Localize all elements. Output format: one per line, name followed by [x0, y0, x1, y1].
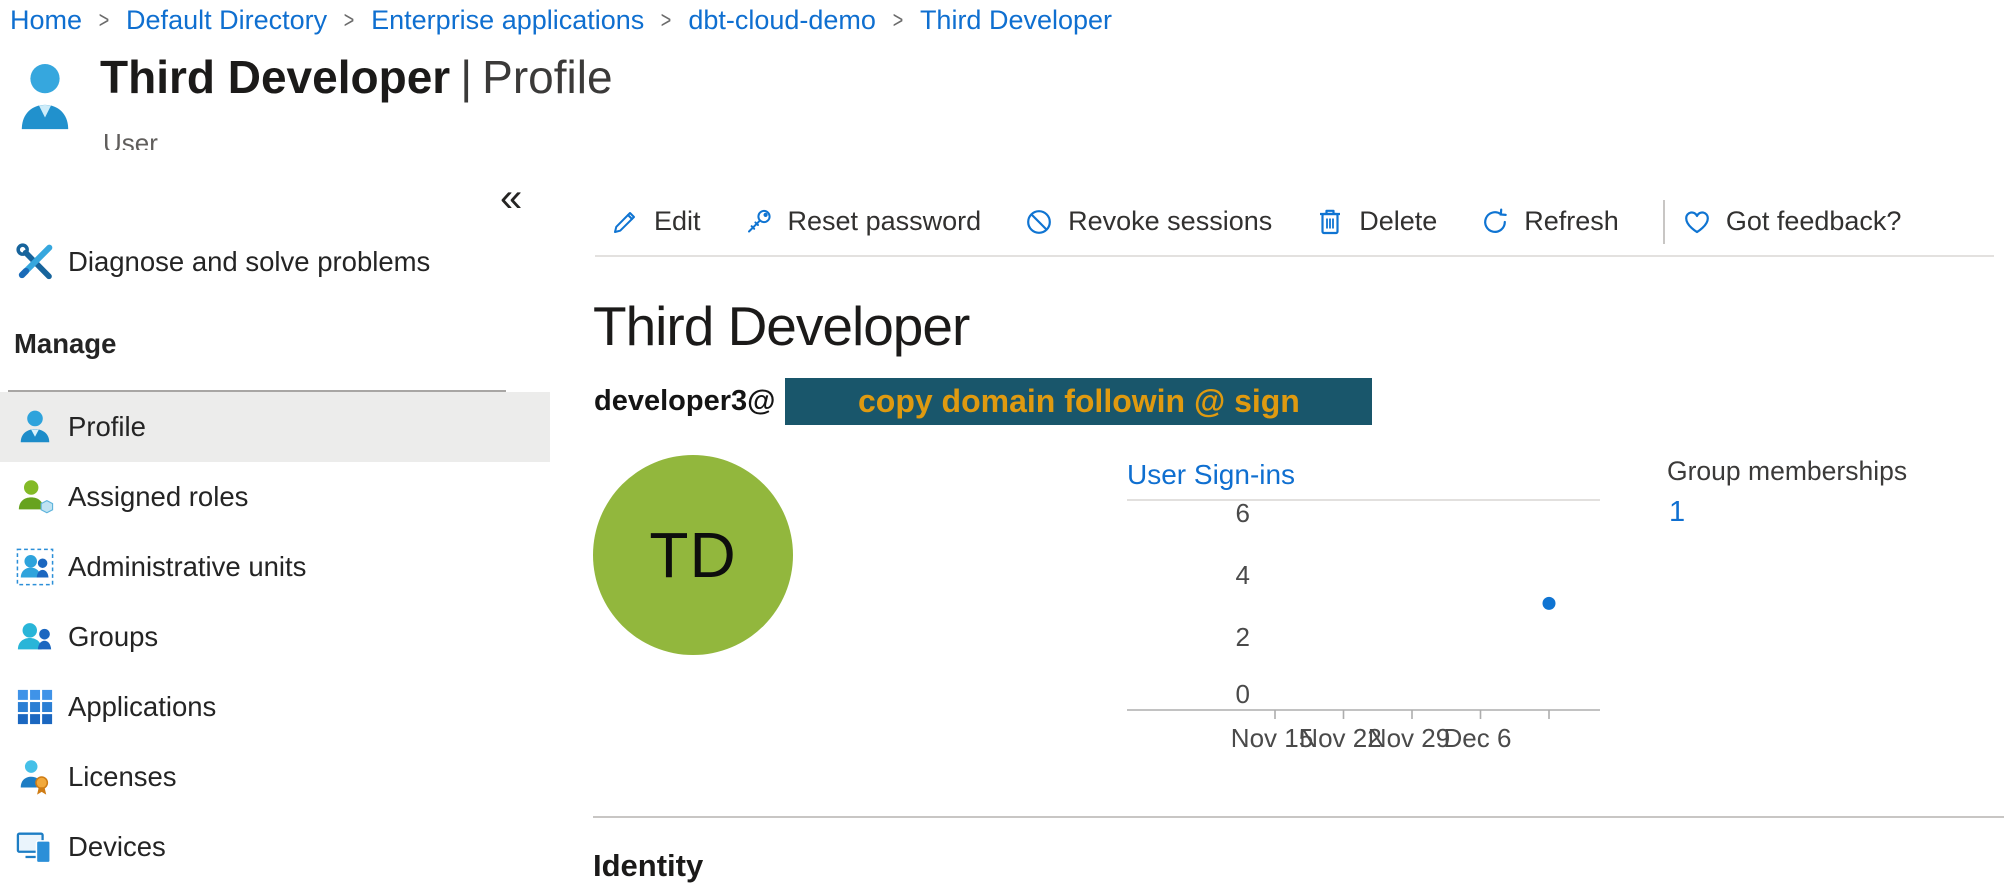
sidebar-collapse-button[interactable]: « — [500, 178, 522, 218]
reset-password-button[interactable]: Reset password — [743, 206, 982, 238]
tools-icon — [14, 241, 56, 283]
breadcrumb-home[interactable]: Home — [10, 5, 82, 36]
x-tick-label: Nov 29 — [1368, 723, 1450, 753]
page-title-separator: | — [460, 51, 472, 103]
toolbar: Edit Reset password Revo — [595, 188, 1994, 257]
sidebar-item-label: Administrative units — [68, 551, 306, 583]
sidebar-item-label: Diagnose and solve problems — [68, 246, 430, 278]
y-tick-6: 6 — [1236, 498, 1250, 528]
avatar[interactable]: TD — [593, 455, 793, 655]
sidebar-section-manage: Manage — [14, 328, 116, 360]
page-title-name: Third Developer — [100, 51, 450, 103]
main-content: Edit Reset password Revo — [593, 150, 2004, 884]
devices-icon — [14, 826, 56, 868]
got-feedback-button[interactable]: Got feedback? — [1681, 206, 1902, 238]
group-memberships-link[interactable]: 1 — [1669, 496, 1685, 529]
toolbar-label: Revoke sessions — [1068, 206, 1272, 237]
group-memberships-label: Group memberships — [1667, 456, 1907, 487]
key-icon — [743, 206, 775, 238]
refresh-icon — [1479, 206, 1511, 238]
breadcrumb-default-directory[interactable]: Default Directory — [126, 5, 327, 36]
breadcrumb-separator: > — [661, 7, 672, 35]
page-title-section: Profile — [482, 51, 612, 103]
breadcrumb-dbt-cloud-demo[interactable]: dbt-cloud-demo — [688, 5, 876, 36]
toolbar-label: Edit — [654, 206, 701, 237]
refresh-button[interactable]: Refresh — [1479, 206, 1619, 238]
revoke-sessions-button[interactable]: Revoke sessions — [1023, 206, 1272, 238]
user-icon — [20, 64, 70, 135]
sidebar-item-applications[interactable]: Applications — [0, 672, 550, 742]
sidebar-item-assigned-roles[interactable]: Assigned roles — [0, 462, 550, 532]
breadcrumb-enterprise-applications[interactable]: Enterprise applications — [371, 5, 644, 36]
heart-icon — [1681, 206, 1713, 238]
profile-person-icon — [14, 406, 56, 448]
breadcrumb-third-developer[interactable]: Third Developer — [920, 5, 1112, 36]
sidebar-item-label: Licenses — [68, 761, 177, 793]
sidebar-menu: Profile Assigned roles — [0, 392, 550, 882]
sidebar-item-label: Profile — [68, 411, 146, 443]
sidebar-item-administrative-units[interactable]: Administrative units — [0, 532, 550, 602]
user-display-name: Third Developer — [593, 294, 969, 358]
y-tick-4: 4 — [1236, 560, 1250, 590]
delete-button[interactable]: Delete — [1314, 206, 1437, 238]
trash-icon — [1314, 206, 1346, 238]
domain-redaction-overlay: copy domain followin @ sign — [785, 378, 1372, 425]
toolbar-label: Refresh — [1524, 206, 1619, 237]
x-tick-label: Dec 6 — [1444, 723, 1512, 753]
block-icon — [1023, 206, 1055, 238]
toolbar-label: Reset password — [788, 206, 982, 237]
user-sign-ins-chart: User Sign-ins 6 4 2 0 Nov 15 Nov 22 Nov … — [1100, 450, 1620, 755]
applications-grid-icon — [14, 686, 56, 728]
breadcrumb: Home > Default Directory > Enterprise ap… — [10, 5, 1112, 36]
licenses-icon — [14, 756, 56, 798]
sidebar-item-groups[interactable]: Groups — [0, 602, 550, 672]
breadcrumb-separator: > — [344, 7, 355, 35]
assigned-roles-icon — [14, 476, 56, 518]
signin-data-point — [1543, 597, 1556, 610]
sidebar-item-label: Devices — [68, 831, 166, 863]
y-tick-0: 0 — [1236, 679, 1250, 709]
sidebar-item-label: Groups — [68, 621, 158, 653]
sidebar-item-licenses[interactable]: Licenses — [0, 742, 550, 812]
edit-button[interactable]: Edit — [609, 206, 701, 238]
y-tick-2: 2 — [1236, 622, 1250, 652]
section-divider — [593, 816, 2004, 818]
sidebar-item-label: Applications — [68, 691, 216, 723]
pencil-icon — [609, 206, 641, 238]
identity-section-heading: Identity — [593, 848, 703, 884]
sidebar-item-diagnose[interactable]: Diagnose and solve problems — [0, 232, 550, 292]
user-principal-name-row: developer3@ copy domain followin @ sign — [594, 377, 1372, 425]
admin-units-icon — [14, 546, 56, 588]
sidebar: « Diagnose and solve problems Manage — [0, 150, 550, 884]
groups-icon — [14, 616, 56, 658]
sidebar-item-devices[interactable]: Devices — [0, 812, 550, 882]
breadcrumb-separator: > — [893, 7, 904, 35]
breadcrumb-separator: > — [99, 7, 110, 35]
toolbar-label: Delete — [1359, 206, 1437, 237]
toolbar-divider — [1663, 200, 1665, 244]
toolbar-label: Got feedback? — [1726, 206, 1902, 237]
sidebar-item-profile[interactable]: Profile — [0, 392, 550, 462]
sidebar-item-label: Assigned roles — [68, 481, 248, 513]
user-sign-ins-link[interactable]: User Sign-ins — [1127, 459, 1295, 490]
page-title: Third Developer|Profile — [100, 50, 613, 104]
email-prefix: developer3@ — [594, 385, 775, 418]
user-profile-page: Home > Default Directory > Enterprise ap… — [0, 0, 2004, 884]
